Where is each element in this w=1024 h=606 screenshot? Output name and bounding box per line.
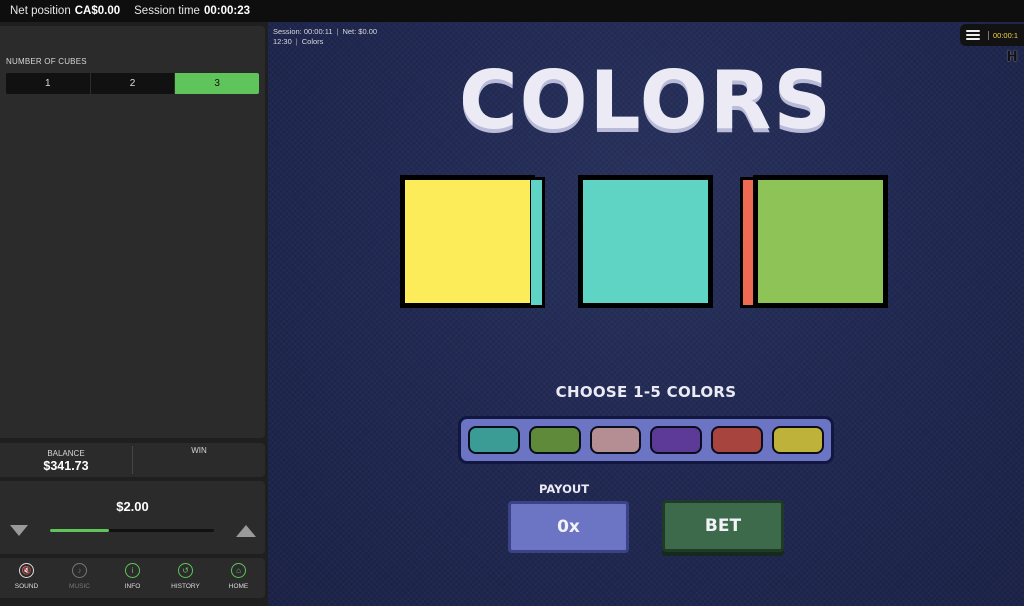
cube-2 [578, 175, 714, 311]
cube-3-side [740, 177, 754, 308]
session-elapsed: Session: 00:00:11 [273, 27, 333, 36]
nav-music-label: MUSIC [69, 583, 90, 590]
cube-3-face [753, 175, 888, 308]
control-panel: NUMBER OF CUBES 1 2 3 BALANCE $341.73 WI… [0, 22, 268, 606]
color-palette [458, 416, 834, 464]
cubes-option-1[interactable]: 1 [6, 73, 91, 94]
session-time-value: 00:00:23 [203, 5, 251, 17]
sound-off-icon: 🔇 [19, 563, 34, 578]
menu-timer: 00:00:1 [988, 30, 1018, 40]
nav-sound-label: SOUND [14, 583, 39, 590]
nav-info[interactable]: i INFO [106, 558, 159, 598]
info-icon: i [125, 563, 140, 578]
balance-label: BALANCE [47, 449, 85, 458]
session-net: Net: $0.00 [342, 27, 378, 36]
cubes-panel: NUMBER OF CUBES 1 2 3 [0, 26, 265, 438]
bet-slider-fill [50, 529, 110, 532]
choose-colors-label: CHOOSE 1-5 COLORS [555, 383, 737, 401]
balance-section: BALANCE $341.73 [0, 446, 133, 474]
nav-history[interactable]: ↺ HISTORY [159, 558, 212, 598]
increase-bet-icon[interactable] [236, 525, 256, 537]
payout-value: 0x [508, 501, 629, 553]
net-position-value: CA$0.00 [74, 5, 121, 17]
win-label: WIN [191, 446, 207, 455]
color-swatch-pink[interactable] [589, 426, 642, 454]
session-game-name: Colors [301, 37, 324, 46]
music-off-icon: ♪ [72, 563, 87, 578]
nav-history-label: HISTORY [171, 583, 200, 590]
history-icon: ↺ [178, 563, 193, 578]
decrease-bet-icon[interactable] [10, 525, 28, 536]
nav-info-label: INFO [124, 583, 141, 590]
nav-home[interactable]: ⌂ HOME [212, 558, 265, 598]
cube-1-side [531, 177, 545, 308]
hamburger-icon [966, 30, 980, 40]
cube-1-face [400, 175, 535, 308]
bet-panel: $2.00 [0, 481, 265, 554]
color-swatch-yellow[interactable] [772, 426, 824, 454]
number-of-cubes-title: NUMBER OF CUBES [6, 57, 87, 66]
net-position-label: Net position [10, 5, 71, 17]
cubes-selector: 1 2 3 [6, 73, 259, 94]
win-section: WIN [133, 443, 265, 477]
cube-2-face [578, 175, 713, 308]
cubes-option-3[interactable]: 3 [175, 73, 259, 94]
nav-sound[interactable]: 🔇 SOUND [0, 558, 53, 598]
game-area: Session: 00:00:11 | Net: $0.00 12:30 | Color… [268, 22, 1024, 606]
status-bar: Net position CA$0.00 Session time 00:00:… [0, 0, 1024, 22]
session-clock: 12:30 [273, 37, 292, 46]
game-title: COLORS [458, 54, 834, 147]
color-swatch-teal[interactable] [468, 426, 520, 454]
session-info: Session: 00:00:11 | Net: $0.00 12:30 | Color… [273, 27, 378, 46]
bet-button[interactable]: BET [662, 500, 784, 552]
color-swatch-red[interactable] [711, 426, 764, 454]
nav-music[interactable]: ♪ MUSIC [53, 558, 106, 598]
color-swatch-green[interactable] [528, 426, 581, 454]
session-time-label: Session time [134, 5, 200, 17]
home-icon: ⌂ [231, 563, 246, 578]
balance-panel: BALANCE $341.73 WIN [0, 443, 265, 477]
bet-slider[interactable] [50, 529, 214, 532]
cube-3 [740, 175, 892, 311]
nav-home-label: HOME [228, 583, 249, 590]
menu-button[interactable]: 00:00:1 [960, 24, 1024, 46]
balance-value: $341.73 [43, 459, 89, 473]
payout-label: PAYOUT [539, 482, 590, 496]
cube-1 [400, 175, 552, 311]
color-swatch-purple[interactable] [650, 426, 703, 454]
cubes-option-2[interactable]: 2 [91, 73, 176, 94]
bet-amount: $2.00 [116, 499, 149, 514]
bottom-nav: 🔇 SOUND ♪ MUSIC i INFO ↺ HISTORY ⌂ HOME [0, 558, 265, 598]
